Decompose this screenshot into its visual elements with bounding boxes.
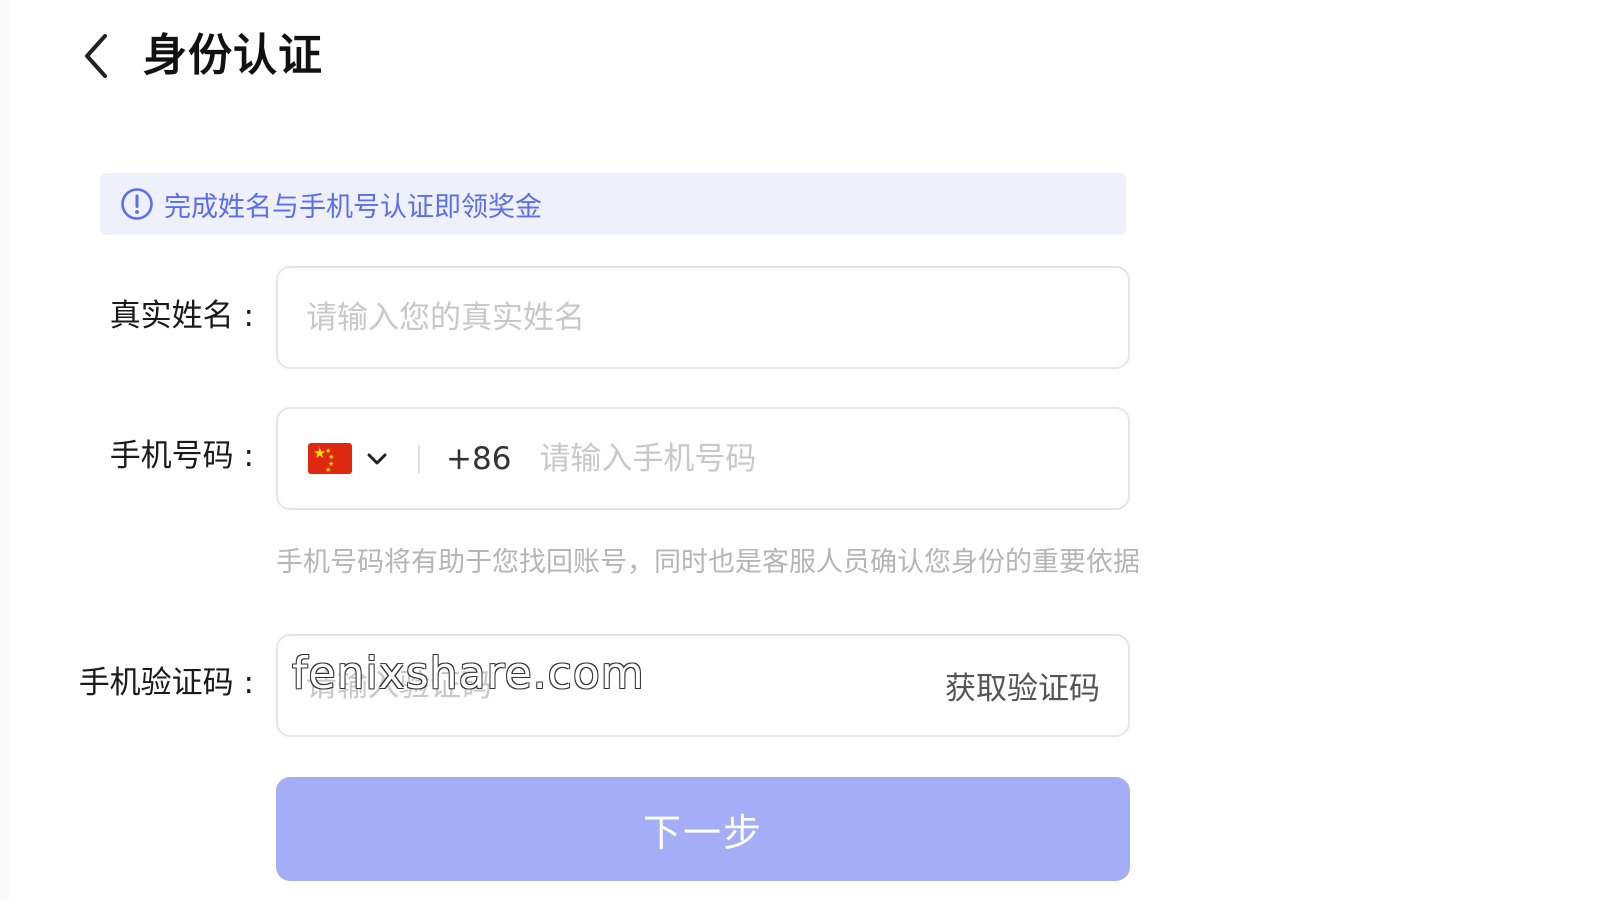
next-step-button[interactable]: 下一步 bbox=[276, 777, 1130, 881]
divider bbox=[418, 444, 420, 473]
info-icon bbox=[121, 188, 153, 220]
back-button[interactable] bbox=[76, 30, 116, 82]
phone-input[interactable] bbox=[539, 409, 1128, 508]
page-title: 身份认证 bbox=[143, 30, 323, 81]
phone-hint: 手机号码将有助于您找回账号，同时也是客服人员确认您身份的重要依据 bbox=[276, 547, 1140, 578]
china-flag-icon: ★ ★ ★ ★ ★ bbox=[308, 443, 352, 474]
notice-text: 完成姓名与手机号认证即领奖金 bbox=[164, 191, 542, 223]
reward-notice-banner: 完成姓名与手机号认证即领奖金 bbox=[100, 173, 1126, 235]
chevron-down-icon bbox=[367, 453, 387, 464]
get-code-button[interactable]: 获取验证码 bbox=[945, 663, 1100, 708]
chevron-left-icon bbox=[85, 34, 107, 78]
dial-code: +86 bbox=[446, 440, 512, 477]
phone-label: 手机号码 : bbox=[109, 438, 254, 474]
verification-code-label: 手机验证码 : bbox=[78, 665, 254, 701]
real-name-input[interactable] bbox=[306, 268, 1128, 367]
country-selector[interactable]: ★ ★ ★ ★ ★ bbox=[308, 443, 390, 474]
phone-field: ★ ★ ★ ★ ★ +86 bbox=[276, 407, 1130, 510]
real-name-field bbox=[276, 266, 1130, 369]
verification-code-input[interactable] bbox=[306, 636, 945, 735]
real-name-label: 真实姓名 : bbox=[109, 298, 254, 334]
verification-code-field: 获取验证码 bbox=[276, 634, 1130, 737]
identity-verification-panel: 身份认证 完成姓名与手机号认证即领奖金 真实姓名 : 手机号码 : ★ ★ ★ … bbox=[10, 0, 1600, 900]
